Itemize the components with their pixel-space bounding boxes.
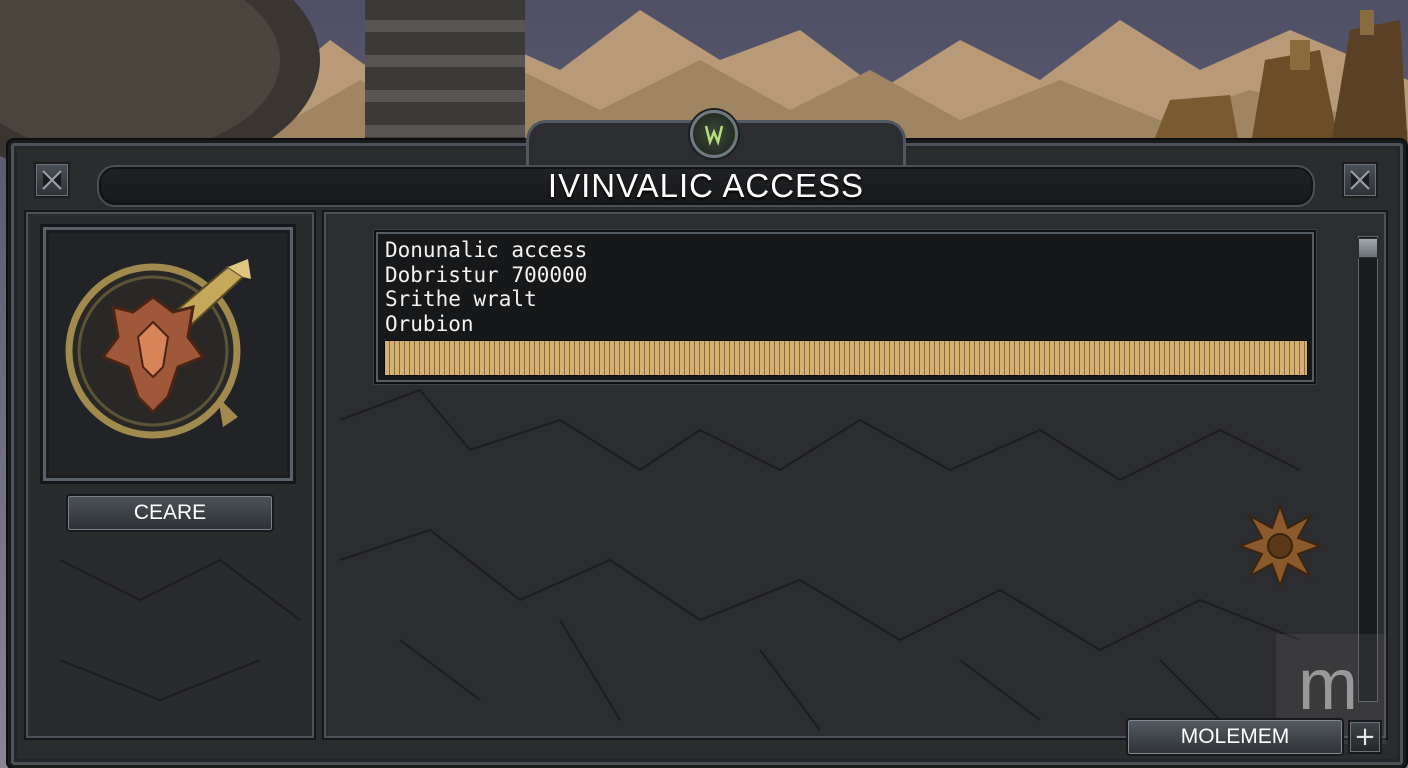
collapse-icon xyxy=(42,170,62,190)
info-lines: Donunalic access Dobristur 700000 Srithe… xyxy=(385,238,587,336)
ceare-button[interactable]: CEARE xyxy=(66,494,274,532)
collapse-right-button[interactable] xyxy=(1342,162,1378,198)
scrollbar[interactable] xyxy=(1358,236,1378,702)
info-line: Orubion xyxy=(385,311,474,336)
watermark-letter: m xyxy=(1298,645,1358,725)
progress-fill xyxy=(385,341,1307,375)
info-line: Donunalic access xyxy=(385,238,588,262)
plus-button[interactable]: + xyxy=(1348,720,1382,754)
gear-icon xyxy=(1237,503,1323,589)
title-bar: IVINVALIC ACCESS xyxy=(97,165,1315,207)
scroll-thumb[interactable] xyxy=(1358,238,1378,258)
info-line: Dobristur 700000 xyxy=(385,262,588,287)
collapse-icon xyxy=(1350,170,1370,190)
collapse-left-button[interactable] xyxy=(34,162,70,198)
portrait-frame xyxy=(40,224,296,484)
emblem-icon xyxy=(690,110,738,158)
window-title: IVINVALIC ACCESS xyxy=(547,167,865,204)
progress-bar xyxy=(384,340,1308,376)
molemem-button[interactable]: MOLEMEM xyxy=(1126,718,1344,756)
faction-crest-icon xyxy=(65,259,251,439)
info-line: Srithe wralt xyxy=(385,287,537,311)
